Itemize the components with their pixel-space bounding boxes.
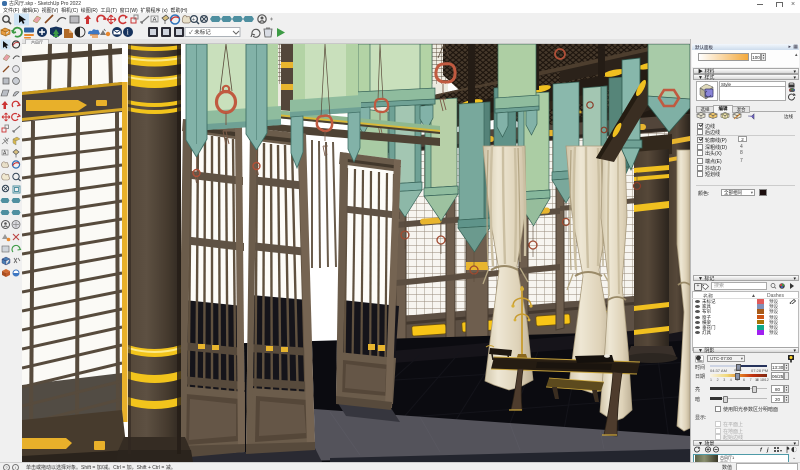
svg-text:▾: ▾ xyxy=(780,448,782,453)
svg-text:边线: 边线 xyxy=(784,113,793,120)
svg-text:A: A xyxy=(153,18,157,24)
svg-text:j: j xyxy=(766,448,769,454)
svg-text:✓ 未标记: ✓ 未标记 xyxy=(189,28,211,36)
svg-text:+: + xyxy=(192,17,195,23)
svg-text:f: f xyxy=(760,448,763,454)
